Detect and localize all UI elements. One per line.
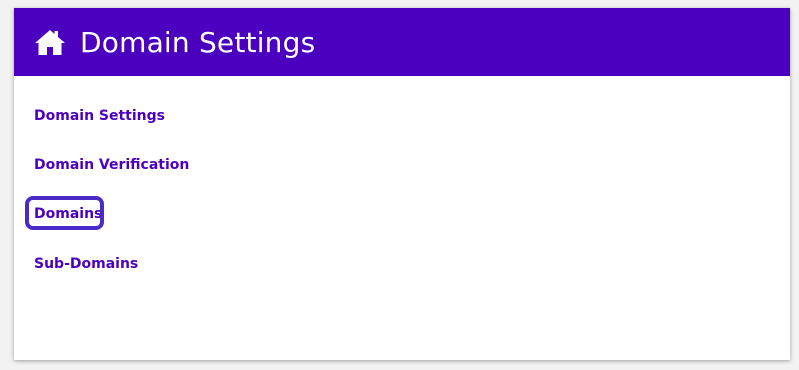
menu-item-domain-verification[interactable]: Domain Verification <box>34 157 189 173</box>
menu-item-sub-domains[interactable]: Sub-Domains <box>34 256 138 272</box>
card-header: Domain Settings <box>14 8 790 76</box>
menu-item-domains[interactable]: Domains <box>24 196 105 230</box>
home-icon <box>34 27 66 57</box>
page-title: Domain Settings <box>80 25 316 59</box>
domain-settings-card: Domain Settings Domain Settings Domain V… <box>14 8 790 360</box>
menu-item-domain-settings[interactable]: Domain Settings <box>34 108 165 124</box>
